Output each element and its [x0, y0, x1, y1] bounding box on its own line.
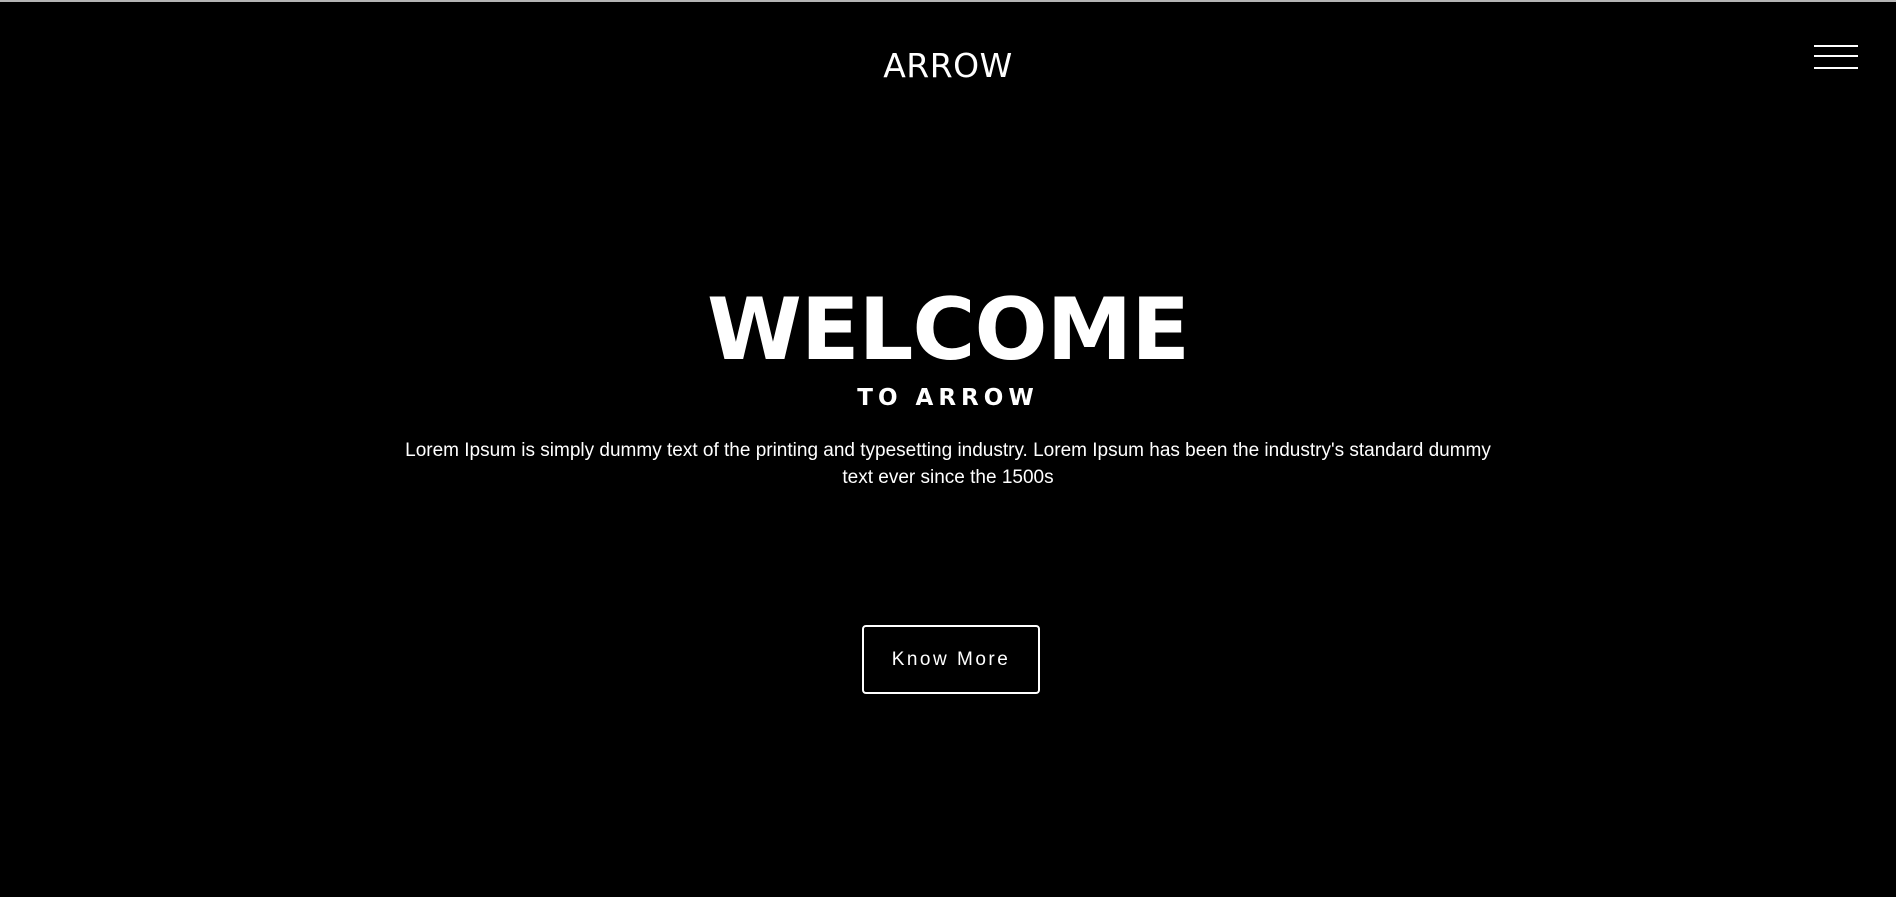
hero-subtitle: TO ARROW: [857, 385, 1039, 411]
menu-bar-bottom: [1814, 67, 1858, 69]
top-border: [0, 0, 1896, 2]
hero-description: Lorem Ipsum is simply dummy text of the …: [405, 440, 1491, 488]
site-logo[interactable]: ARROW: [0, 44, 1896, 88]
menu-bar-middle: [1814, 55, 1858, 57]
hamburger-menu-icon[interactable]: [1812, 43, 1860, 73]
know-more-button[interactable]: Know More: [862, 625, 1040, 694]
menu-bar-top: [1814, 45, 1858, 47]
hero-title: WELCOME: [707, 280, 1190, 380]
